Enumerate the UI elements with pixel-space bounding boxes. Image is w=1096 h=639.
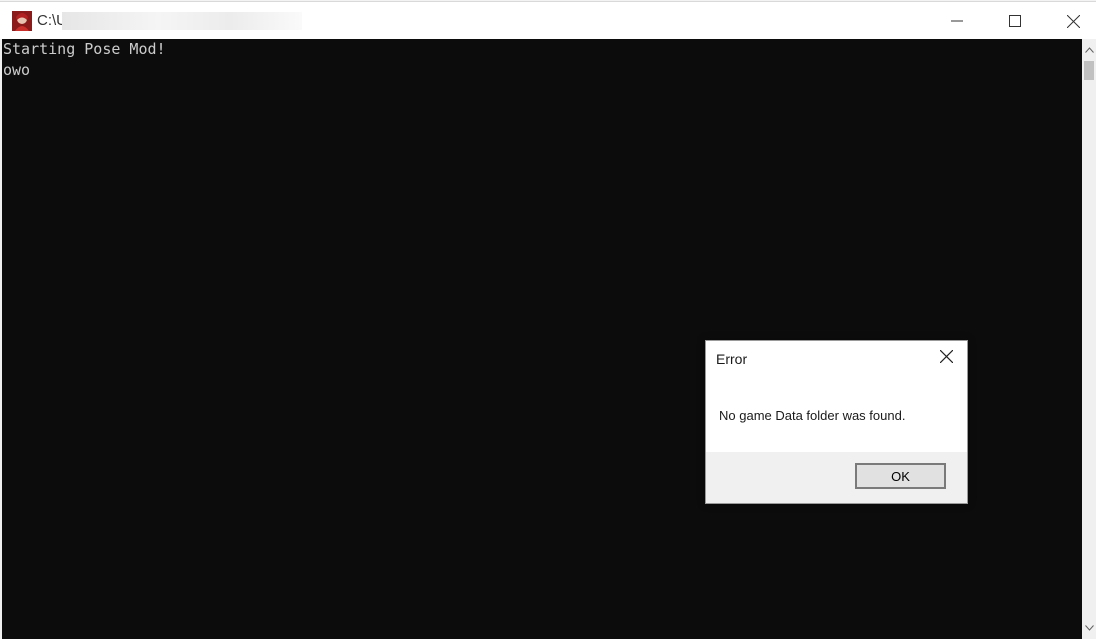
dialog-footer: OK — [706, 452, 967, 503]
maximize-icon — [1009, 15, 1021, 27]
close-button[interactable] — [1044, 3, 1096, 39]
title-bar[interactable]: C:\U — [0, 1, 1096, 40]
scroll-down-button[interactable] — [1082, 619, 1096, 635]
title-redacted-area — [62, 12, 302, 30]
chevron-down-icon — [1084, 618, 1094, 636]
minimize-icon — [951, 15, 963, 27]
close-icon — [939, 349, 953, 368]
console-window: C:\U Starting Pose Mod! owo Error No gam… — [0, 0, 1096, 639]
minimize-button[interactable] — [928, 3, 986, 39]
console-output[interactable]: Starting Pose Mod! owo — [2, 39, 1082, 639]
close-icon — [1066, 14, 1080, 28]
scroll-thumb[interactable] — [1084, 61, 1094, 80]
maximize-button[interactable] — [986, 3, 1044, 39]
dialog-message: No game Data folder was found. — [719, 408, 906, 423]
app-icon — [12, 11, 32, 31]
error-dialog: Error No game Data folder was found. OK — [705, 340, 968, 504]
vertical-scrollbar[interactable] — [1082, 39, 1096, 639]
dialog-title: Error — [716, 351, 748, 367]
ok-button[interactable]: OK — [855, 463, 946, 489]
console-line: Starting Pose Mod! — [3, 40, 166, 58]
dialog-close-button[interactable] — [933, 347, 959, 371]
console-line: owo — [3, 61, 31, 79]
chevron-up-icon — [1084, 40, 1094, 58]
scroll-up-button[interactable] — [1082, 41, 1096, 57]
